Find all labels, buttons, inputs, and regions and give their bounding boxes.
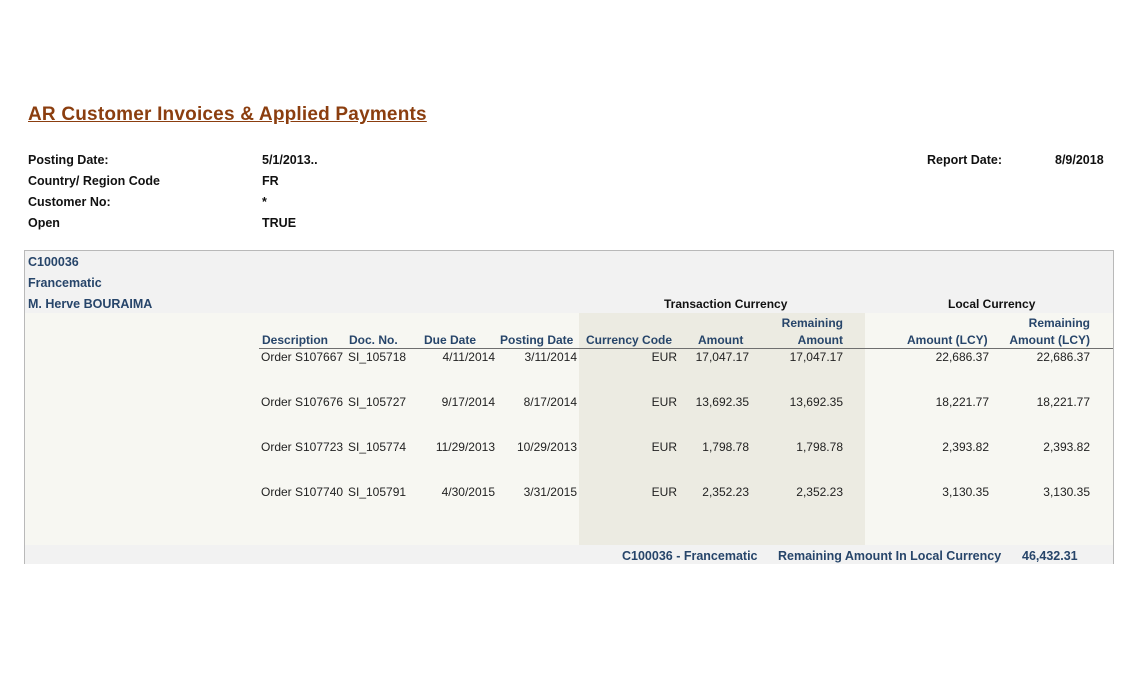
col-remaining-amount-line2: Amount [797, 333, 843, 347]
report-date-label: Report Date: [927, 153, 1003, 167]
row-1-doc-no: SI_105727 [348, 395, 407, 409]
row-1-amount-lcy: 18,221.77 [935, 395, 989, 409]
row-2-amount: 1,798.78 [702, 440, 749, 454]
row-0-currency: EUR [651, 350, 677, 364]
col-posting-date: Posting Date [500, 333, 574, 347]
filter-customer-no-value: * [262, 195, 267, 209]
row-2-currency: EUR [651, 440, 677, 454]
header-rule [259, 348, 1113, 349]
row-3-doc-no: SI_105791 [348, 485, 407, 499]
col-amount: Amount [698, 333, 744, 347]
row-3-amount: 2,352.23 [702, 485, 749, 499]
row-1-posting-date: 8/17/2014 [523, 395, 577, 409]
row-2-remaining-lcy: 2,393.82 [1043, 440, 1090, 454]
row-2-due-date: 11/29/2013 [435, 440, 495, 454]
filter-posting-date-label: Posting Date: [28, 153, 109, 167]
row-0-amount-lcy: 22,686.37 [935, 350, 989, 364]
filter-open-value: TRUE [262, 216, 297, 230]
row-3-remaining: 2,352.23 [796, 485, 843, 499]
row-0-description: Order S107667 [261, 350, 344, 364]
filter-country-label: Country/ Region Code [28, 174, 160, 188]
row-0-remaining-lcy: 22,686.37 [1036, 350, 1090, 364]
col-remaining-amount-lcy: Remaining Amount (LCY) [1001, 315, 1090, 349]
col-remaining-lcy-line1: Remaining [1028, 316, 1090, 330]
row-1-due-date: 9/17/2014 [441, 395, 495, 409]
row-1-remaining: 13,692.35 [789, 395, 843, 409]
row-0-remaining: 17,047.17 [789, 350, 843, 364]
col-remaining-amount-line1: Remaining [781, 316, 843, 330]
row-1-currency: EUR [651, 395, 677, 409]
row-1-description: Order S107676 [261, 395, 344, 409]
customer-name: Francematic [28, 276, 102, 290]
row-3-description: Order S107740 [261, 485, 344, 499]
row-3-due-date: 4/30/2015 [441, 485, 495, 499]
filter-posting-date-value: 5/1/2013.. [262, 153, 318, 167]
filter-country-value: FR [262, 174, 279, 188]
col-amount-lcy: Amount (LCY) [907, 333, 988, 347]
row-2-description: Order S107723 [261, 440, 344, 454]
col-doc-no: Doc. No. [349, 333, 398, 347]
row-3-amount-lcy: 3,130.35 [942, 485, 989, 499]
filter-open-label: Open [28, 216, 60, 230]
footer-total-value: 46,432.31 [1022, 549, 1078, 563]
customer-number: C100036 [28, 255, 79, 269]
customer-report-table: C100036 Francematic M. Herve BOURAIMA Tr… [24, 250, 1114, 564]
col-due-date: Due Date [424, 333, 477, 347]
footer-customer-label: C100036 - Francematic [622, 549, 758, 563]
row-0-doc-no: SI_105718 [348, 350, 407, 364]
row-0-due-date: 4/11/2014 [442, 350, 496, 364]
row-0-amount: 17,047.17 [695, 350, 749, 364]
local-currency-header: Local Currency [948, 297, 1036, 311]
col-remaining-lcy-line2: Amount (LCY) [1009, 333, 1090, 347]
row-3-posting-date: 3/31/2015 [523, 485, 577, 499]
footer-total-label: Remaining Amount In Local Currency [778, 549, 1002, 563]
col-description: Description [262, 333, 329, 347]
report-title: AR Customer Invoices & Applied Payments [28, 104, 427, 125]
row-2-amount-lcy: 2,393.82 [942, 440, 989, 454]
row-2-remaining: 1,798.78 [796, 440, 843, 454]
customer-contact: M. Herve BOURAIMA [28, 297, 153, 311]
row-3-remaining-lcy: 3,130.35 [1043, 485, 1090, 499]
row-1-remaining-lcy: 18,221.77 [1036, 395, 1090, 409]
row-0-posting-date: 3/11/2014 [524, 350, 578, 364]
row-3-currency: EUR [651, 485, 677, 499]
row-2-posting-date: 10/29/2013 [516, 440, 577, 454]
row-2-doc-no: SI_105774 [348, 440, 407, 454]
row-1-amount: 13,692.35 [695, 395, 749, 409]
transaction-currency-header: Transaction Currency [664, 297, 788, 311]
filter-customer-no-label: Customer No: [28, 195, 111, 209]
col-remaining-amount: Remaining Amount [765, 315, 843, 349]
col-currency-code: Currency Code [586, 333, 673, 347]
report-date-value: 8/9/2018 [1055, 153, 1104, 167]
